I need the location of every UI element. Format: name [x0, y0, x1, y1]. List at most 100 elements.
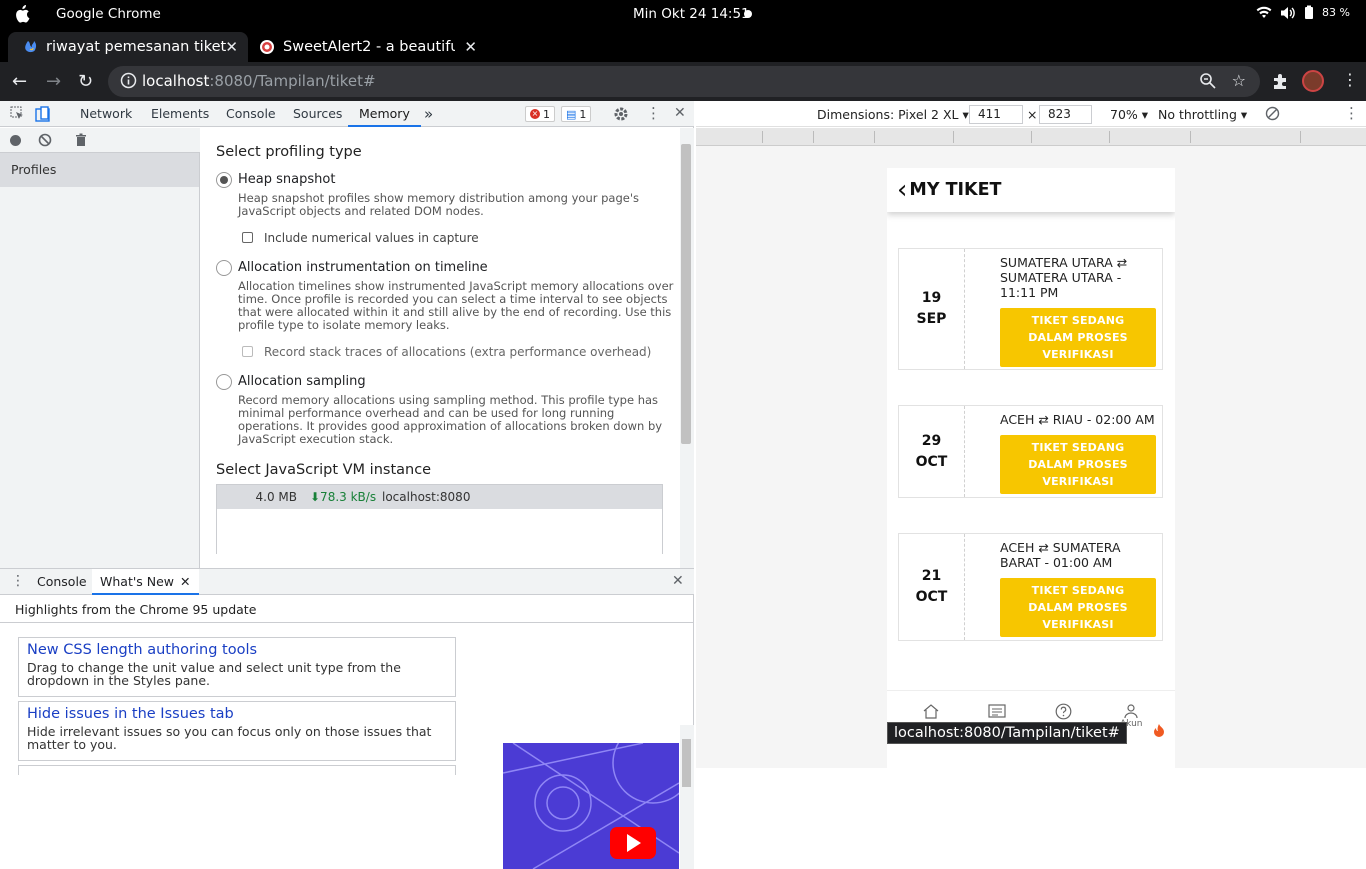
inspect-element-icon[interactable] — [10, 106, 25, 121]
error-icon: × — [530, 109, 540, 119]
ticket-date: 29 OCT — [899, 406, 965, 497]
ticket-month: OCT — [915, 453, 948, 470]
nav-help[interactable] — [1055, 703, 1072, 720]
messages-badge[interactable]: ▤ 1 — [561, 106, 592, 122]
nav-home[interactable] — [922, 703, 940, 719]
devtools-menu-icon[interactable]: ⋮ — [646, 104, 661, 122]
vm-host: localhost:8080 — [382, 490, 471, 504]
tab-sources[interactable]: Sources — [293, 101, 342, 127]
throttling-select[interactable]: No throttling ▾ — [1158, 107, 1247, 122]
clock[interactable]: Min Okt 24 14:51 — [633, 6, 750, 22]
url-text[interactable]: localhost:8080/Tampilan/tiket# — [142, 72, 376, 90]
clear-icon[interactable] — [38, 133, 52, 147]
panel-scrollbar[interactable] — [680, 128, 694, 568]
nav-tickets[interactable] — [988, 703, 1006, 719]
browser-tab-strip: riwayat pemesanan tiket ✕ SweetAlert2 - … — [0, 28, 1366, 87]
radio-heap-snapshot[interactable] — [216, 172, 232, 188]
more-tabs-icon[interactable]: » — [424, 101, 433, 127]
active-app-name[interactable]: Google Chrome — [56, 6, 161, 22]
close-tab-icon[interactable]: ✕ — [464, 38, 477, 56]
checkbox-box[interactable] — [242, 346, 253, 357]
address-bar[interactable]: localhost:8080/Tampilan/tiket# ☆ — [108, 66, 1260, 97]
ticket-status-button[interactable]: TIKET SEDANG DALAM PROSES VERIFIKASI — [1000, 435, 1156, 494]
device-select[interactable]: Dimensions: Pixel 2 XL ▾ — [817, 107, 969, 122]
user-icon — [1123, 703, 1139, 719]
tab-elements[interactable]: Elements — [151, 101, 209, 127]
device-height-input[interactable]: 823 — [1039, 105, 1092, 124]
drawer-tab-whats-new[interactable]: What's New ✕ — [92, 569, 199, 595]
reload-icon[interactable]: ↻ — [78, 71, 93, 92]
system-tray[interactable]: 83 % — [1256, 5, 1350, 20]
collect-garbage-trash-icon[interactable] — [75, 133, 87, 147]
record-stack-traces-checkbox[interactable]: Record stack traces of allocations (extr… — [242, 345, 679, 359]
settings-gear-icon[interactable] — [613, 106, 629, 122]
rotate-icon[interactable] — [1265, 106, 1280, 121]
extensions-puzzle-icon[interactable] — [1272, 73, 1289, 90]
profile-avatar[interactable] — [1302, 70, 1324, 92]
apple-icon[interactable] — [14, 5, 30, 23]
include-numerical-values-checkbox[interactable]: Include numerical values in capture — [242, 231, 679, 245]
close-tab-icon[interactable]: ✕ — [225, 38, 238, 56]
radio-allocation-sampling[interactable] — [216, 374, 232, 390]
drawer-tab-console[interactable]: Console — [37, 574, 87, 589]
chrome-menu-icon[interactable]: ⋮ — [1342, 70, 1358, 89]
url-host: localhost — [142, 72, 210, 90]
device-menu-icon[interactable]: ⋮ — [1344, 104, 1359, 122]
ticket-card[interactable]: 29 OCT ACEH ⇄ RIAU - 02:00 AM TIKET SEDA… — [898, 405, 1163, 498]
ticket-card[interactable]: 21 OCT ACEH ⇄ SUMATERA BARAT - 01:00 AM … — [898, 533, 1163, 641]
chrome-95-artwork-icon — [503, 743, 679, 869]
option-allocation-sampling[interactable]: Allocation sampling Record memory alloca… — [216, 373, 679, 446]
tab-console[interactable]: Console — [226, 101, 276, 127]
option-heap-snapshot[interactable]: Heap snapshot Heap snapshot profiles sho… — [216, 171, 679, 218]
forward-icon[interactable]: → — [46, 71, 61, 92]
zoom-icon[interactable] — [1199, 72, 1216, 89]
card-title-link[interactable]: New CSS length authoring tools — [27, 642, 447, 658]
site-info-icon[interactable] — [120, 72, 137, 89]
checkbox-box[interactable] — [242, 232, 253, 243]
zoom-select[interactable]: 70% ▾ — [1110, 107, 1148, 122]
drawer-scrollbar[interactable] — [680, 725, 694, 869]
back-chevron-icon[interactable]: ‹ — [897, 177, 907, 203]
option-allocation-timeline[interactable]: Allocation instrumentation on timeline A… — [216, 259, 679, 332]
close-drawer-icon[interactable]: ✕ — [672, 573, 684, 589]
drawer-menu-icon[interactable]: ⋮ — [11, 573, 25, 589]
close-drawer-tab-icon[interactable]: ✕ — [180, 574, 190, 589]
close-devtools-icon[interactable]: ✕ — [674, 105, 686, 121]
battery-percent: 83 % — [1322, 6, 1350, 19]
ticket-status-button[interactable]: TIKET SEDANG DALAM PROSES VERIFIKASI — [1000, 578, 1156, 637]
message-icon: ▤ — [566, 107, 577, 121]
error-count: 1 — [543, 107, 550, 121]
scrollbar-thumb[interactable] — [682, 739, 691, 787]
whats-new-video-thumbnail[interactable] — [503, 743, 679, 869]
card-description: Drag to change the unit value and select… — [27, 660, 401, 688]
sidebar-item-profiles[interactable]: Profiles — [0, 153, 199, 187]
option-label: Allocation sampling — [238, 374, 366, 389]
whats-new-card[interactable]: Hide issues in the Issues tab Hide irrel… — [18, 701, 456, 761]
tab-memory[interactable]: Memory — [348, 101, 421, 127]
ticket-route: ACEH ⇄ RIAU - 02:00 AM — [1000, 412, 1155, 427]
zoom-value: 70% — [1110, 107, 1138, 122]
tab-sweetalert[interactable]: SweetAlert2 - a beautiful, ✕ — [243, 32, 487, 62]
bookmark-star-icon[interactable]: ☆ — [1232, 71, 1246, 90]
ticket-card[interactable]: 19 SEP SUMATERA UTARA ⇄ SUMATERA UTARA -… — [898, 248, 1163, 370]
whats-new-card[interactable]: New CSS length authoring tools Drag to c… — [18, 637, 456, 697]
media-query-ruler[interactable] — [696, 128, 1366, 146]
back-icon[interactable]: ← — [12, 71, 27, 92]
vm-instance-row[interactable]: 4.0 MB ⬇78.3 kB/s localhost:8080 — [217, 485, 662, 509]
scrollbar-thumb[interactable] — [681, 144, 691, 444]
device-width-input[interactable]: 411 — [969, 105, 1023, 124]
tab-riwayat[interactable]: riwayat pemesanan tiket ✕ — [8, 32, 248, 62]
card-title-link[interactable]: Hide issues in the Issues tab — [27, 706, 447, 722]
ticket-info: SUMATERA UTARA ⇄ SUMATERA UTARA - 11:11 … — [965, 249, 1162, 369]
tab-title: SweetAlert2 - a beautiful, — [283, 39, 455, 55]
ticket-month: SEP — [916, 311, 947, 327]
whats-new-card[interactable] — [18, 765, 456, 775]
tab-network[interactable]: Network — [80, 101, 132, 127]
ticket-route: SUMATERA UTARA ⇄ SUMATERA UTARA - 11:11 … — [1000, 255, 1128, 300]
ticket-status-button[interactable]: TIKET SEDANG DALAM PROSES VERIFIKASI — [1000, 308, 1156, 367]
record-icon[interactable] — [10, 135, 21, 146]
radio-allocation-timeline[interactable] — [216, 260, 232, 276]
device-toolbar-icon[interactable] — [35, 106, 50, 122]
tab-label: What's New — [100, 574, 175, 589]
errors-badge[interactable]: × 1 — [525, 106, 555, 122]
